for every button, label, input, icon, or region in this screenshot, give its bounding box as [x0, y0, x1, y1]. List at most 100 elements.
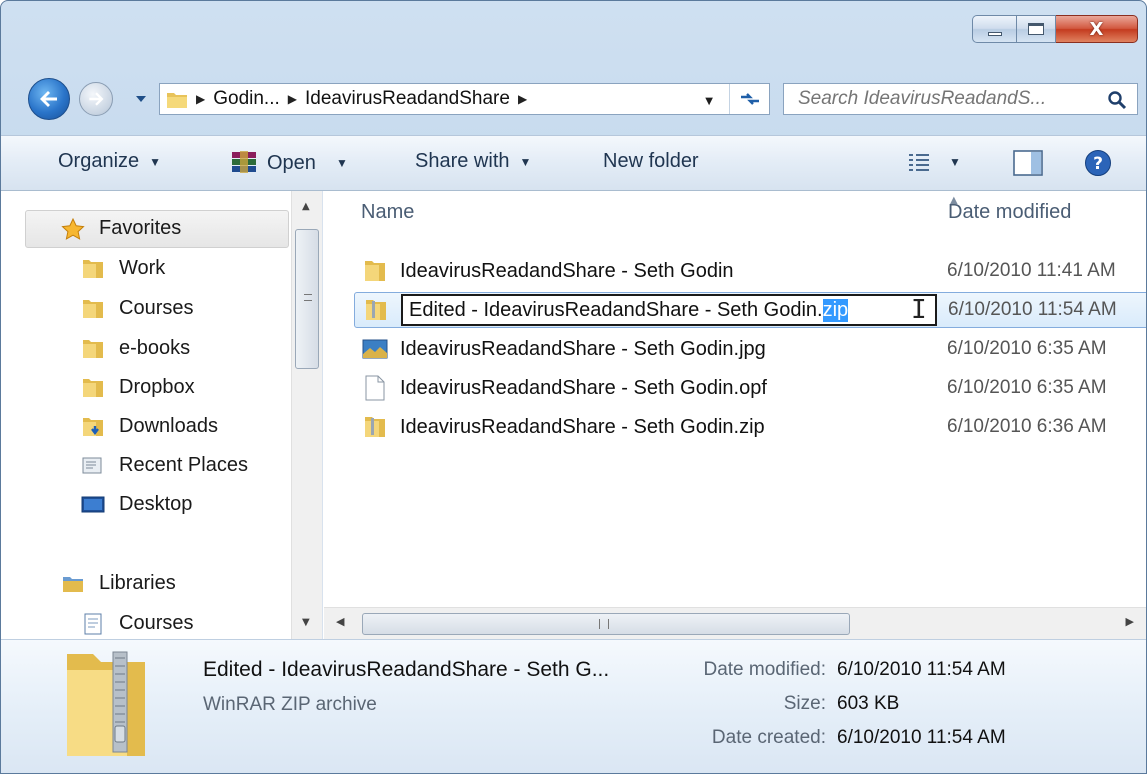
chevron-down-icon: ▼ — [949, 155, 961, 169]
scrollbar-thumb[interactable] — [295, 229, 319, 369]
star-icon — [61, 217, 85, 240]
refresh-icon — [740, 93, 759, 105]
folder-icon — [167, 93, 187, 108]
recent-places-icon — [82, 457, 102, 473]
scroll-left-icon[interactable]: ◀ — [336, 615, 344, 628]
search-input[interactable] — [798, 88, 1098, 110]
new-folder-button[interactable]: New folder — [603, 150, 699, 173]
folder-icon — [83, 339, 103, 358]
details-size-label: Size: — [783, 693, 826, 714]
close-icon: X — [1089, 18, 1104, 40]
address-bar[interactable]: ▶ Godin... ▶ IdeavirusReadandShare ▶ ▼ — [159, 83, 770, 115]
close-button[interactable]: X — [1056, 15, 1138, 43]
help-button[interactable]: ? — [1084, 149, 1112, 177]
nav-favorites[interactable]: Favorites — [61, 217, 181, 240]
maximize-icon — [1028, 23, 1044, 35]
nav-item-dropbox[interactable]: Dropbox — [81, 376, 195, 399]
caption-buttons: X — [972, 15, 1138, 43]
recent-pages-dropdown-icon[interactable] — [135, 94, 147, 104]
organize-button[interactable]: Organize ▼ — [58, 150, 161, 173]
search-box[interactable] — [783, 83, 1138, 115]
change-view-button[interactable]: ▼ — [907, 152, 961, 172]
forward-button[interactable] — [79, 82, 113, 116]
nav-item-label: Desktop — [119, 493, 193, 515]
file-row[interactable]: IdeavirusReadandShare - Seth Godin 6/10/… — [354, 253, 1146, 289]
file-row[interactable]: IdeavirusReadandShare - Seth Godin.opf 6… — [354, 370, 1146, 406]
share-with-button[interactable]: Share with ▼ — [415, 150, 531, 173]
explorer-window: X ▶ Godin... ▶ IdeavirusReadandShare ▶ ▼ — [0, 0, 1147, 774]
search-icon[interactable] — [1107, 90, 1127, 110]
open-button[interactable]: Open ▼ — [229, 150, 348, 176]
breadcrumb-ideavirus[interactable]: IdeavirusReadandShare — [305, 88, 510, 110]
rename-selected-extension: zip — [822, 298, 849, 322]
libraries-icon — [63, 576, 83, 592]
file-row-renaming[interactable]: Edited - IdeavirusReadandShare - Seth Go… — [354, 292, 1146, 328]
details-pane: Edited - IdeavirusReadandShare - Seth G.… — [1, 639, 1146, 773]
nav-item-work[interactable]: Work — [81, 257, 165, 280]
file-row[interactable]: IdeavirusReadandShare - Seth Godin.jpg 6… — [354, 331, 1146, 367]
file-row[interactable]: IdeavirusReadandShare - Seth Godin.zip 6… — [354, 409, 1146, 445]
preview-pane-icon — [1013, 150, 1043, 176]
nav-item-desktop[interactable]: Desktop — [81, 493, 192, 516]
svg-text:?: ? — [1093, 154, 1103, 174]
forward-arrow-icon — [89, 92, 104, 106]
nav-pane-scrollbar[interactable]: ▲ ▼ — [291, 191, 322, 639]
file-name: IdeavirusReadandShare - Seth Godin.zip — [400, 415, 765, 438]
organize-label: Organize — [58, 150, 140, 172]
nav-item-label: Work — [119, 257, 166, 279]
details-date-modified-value: 6/10/2010 11:54 AM — [837, 659, 1006, 680]
minimize-button[interactable] — [972, 15, 1016, 43]
scroll-right-icon[interactable]: ▶ — [1126, 615, 1134, 628]
nav-item-recent-places[interactable]: Recent Places — [81, 454, 248, 477]
downloads-folder-icon — [83, 417, 103, 436]
text-cursor-icon: I — [911, 295, 927, 325]
open-label: Open — [267, 151, 316, 174]
back-button[interactable] — [28, 78, 70, 120]
nav-item-label: Downloads — [119, 415, 218, 437]
zip-archive-icon — [67, 651, 145, 756]
nav-item-label: Courses — [119, 612, 194, 634]
nav-item-courses[interactable]: Courses — [81, 297, 193, 320]
grip-icon — [304, 294, 312, 301]
breadcrumb-arrow-icon[interactable]: ▶ — [196, 92, 205, 106]
rename-input[interactable]: Edited - IdeavirusReadandShare - Seth Go… — [401, 294, 937, 326]
file-name: IdeavirusReadandShare - Seth Godin.opf — [400, 376, 767, 399]
nav-item-label: Courses — [119, 297, 194, 319]
folder-icon — [365, 261, 385, 281]
scroll-down-icon[interactable]: ▼ — [302, 617, 310, 628]
nav-libraries[interactable]: Libraries — [61, 572, 176, 595]
refresh-button[interactable] — [729, 84, 769, 114]
details-date-created-value: 6/10/2010 11:54 AM — [837, 727, 1006, 748]
scrollbar-thumb[interactable] — [362, 613, 850, 635]
nav-item-downloads[interactable]: Downloads — [81, 415, 218, 438]
zip-archive-icon — [366, 300, 386, 320]
breadcrumb-arrow-icon[interactable]: ▶ — [518, 92, 527, 106]
file-date: 6/10/2010 6:35 AM — [947, 338, 1107, 359]
details-date-created-label: Date created: — [711, 727, 826, 748]
back-arrow-icon — [40, 91, 57, 107]
blank-file-icon — [365, 375, 385, 401]
navigation-bar: ▶ Godin... ▶ IdeavirusReadandShare ▶ ▼ — [1, 72, 1146, 124]
column-header-name[interactable]: Name — [361, 201, 414, 224]
chevron-down-icon: ▼ — [149, 154, 162, 169]
share-with-label: Share with — [415, 150, 510, 172]
breadcrumb-godin[interactable]: Godin... — [213, 88, 280, 110]
preview-pane-button[interactable] — [1013, 150, 1043, 176]
scroll-up-icon[interactable]: ▲ — [302, 201, 310, 212]
breadcrumb-arrow-icon[interactable]: ▶ — [288, 92, 297, 106]
details-title: Edited - IdeavirusReadandShare - Seth G.… — [203, 658, 610, 681]
nav-item-e-books[interactable]: e-books — [81, 337, 190, 360]
nav-item-label: e-books — [119, 337, 191, 359]
column-header-date-modified[interactable]: Date modified — [948, 201, 1071, 224]
maximize-button[interactable] — [1016, 15, 1056, 43]
winrar-icon — [232, 151, 256, 173]
chevron-down-icon[interactable]: ▼ — [336, 156, 348, 170]
address-history-dropdown-icon[interactable]: ▼ — [705, 96, 713, 107]
content-area: Favorites Work Courses e-books Dropbox D… — [1, 191, 1146, 639]
chevron-down-icon: ▼ — [519, 154, 532, 169]
nav-item-library-courses[interactable]: Courses — [81, 612, 193, 635]
file-date: 6/10/2010 6:36 AM — [947, 416, 1107, 437]
folder-icon — [83, 378, 103, 397]
rename-text: Edited - IdeavirusReadandShare - Seth Go… — [409, 298, 823, 321]
file-list-horizontal-scrollbar[interactable]: ◀ ▶ — [324, 607, 1146, 639]
